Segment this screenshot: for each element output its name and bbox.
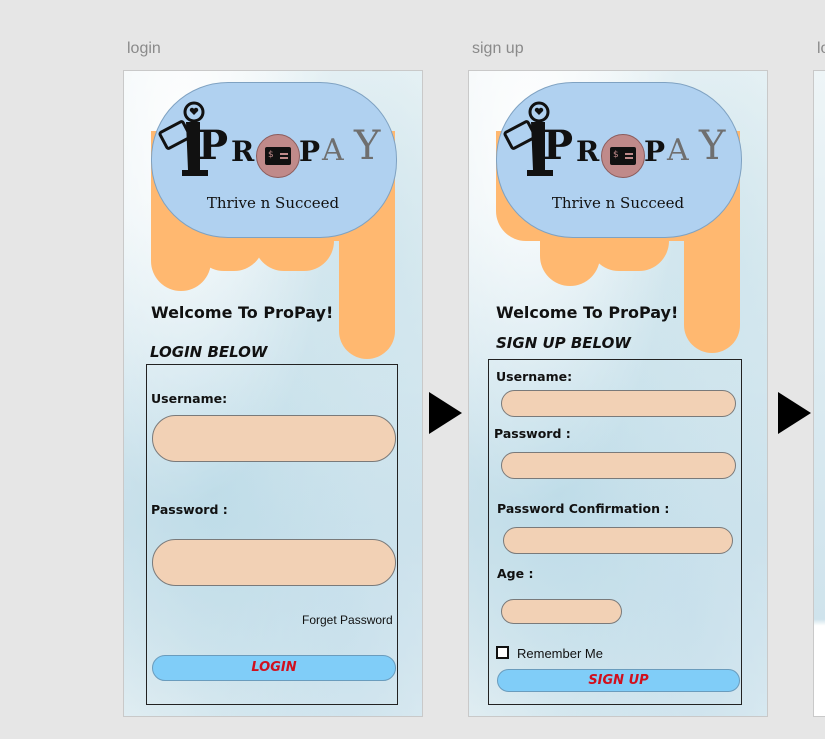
logo-letter: P bbox=[299, 135, 321, 168]
logo-bubble: P R $ P A Y bbox=[496, 82, 742, 238]
welcome-heading: Welcome To ProPay! bbox=[151, 303, 334, 322]
remember-me-label: Remember Me bbox=[517, 646, 603, 661]
play-arrow-icon[interactable] bbox=[778, 392, 811, 434]
password-label: Password : bbox=[151, 502, 228, 517]
username-input[interactable] bbox=[501, 390, 736, 417]
login-button[interactable]: LOGIN bbox=[152, 655, 396, 681]
logo-letter: P bbox=[198, 122, 229, 169]
logo-letter: A bbox=[667, 133, 689, 168]
section-title: LOGIN BELOW bbox=[150, 343, 268, 361]
password-confirmation-input[interactable] bbox=[503, 527, 733, 554]
password-label: Password : bbox=[494, 426, 571, 441]
propay-logo-icon: P R $ P A Y bbox=[501, 100, 741, 178]
remember-me-checkbox[interactable] bbox=[496, 646, 509, 659]
artboard-label-login[interactable]: login bbox=[127, 40, 161, 58]
signup-artboard: P R $ P A Y Thrive n Succeed Welcome To … bbox=[468, 70, 768, 717]
logo-letter: R bbox=[231, 135, 255, 168]
username-input[interactable] bbox=[152, 415, 396, 462]
forget-password-link[interactable]: Forget Password bbox=[302, 613, 393, 627]
artboard-label-signup[interactable]: sign up bbox=[472, 40, 524, 58]
password-confirmation-label: Password Confirmation : bbox=[497, 501, 670, 516]
tagline: Thrive n Succeed bbox=[551, 194, 685, 212]
logo-letter: Y bbox=[354, 123, 381, 169]
coin-card-icon: $ bbox=[601, 134, 645, 178]
logo-letter: Y bbox=[699, 123, 726, 169]
artboard-label-third[interactable]: lo bbox=[817, 40, 825, 58]
signup-button[interactable]: SIGN UP bbox=[497, 669, 740, 692]
play-arrow-icon[interactable] bbox=[429, 392, 462, 434]
section-title: SIGN UP BELOW bbox=[496, 334, 631, 352]
username-label: Username: bbox=[151, 391, 228, 406]
tagline: Thrive n Succeed bbox=[206, 194, 340, 212]
logo-letter: P bbox=[644, 135, 666, 168]
username-label: Username: bbox=[496, 369, 573, 384]
coin-card-icon: $ bbox=[256, 134, 300, 178]
welcome-heading: Welcome To ProPay! bbox=[496, 303, 679, 322]
logo-letter: P bbox=[543, 122, 574, 169]
logo-letter: R bbox=[576, 135, 600, 168]
login-artboard: P R $ P A Y Thrive n Succeed Welcome To … bbox=[123, 70, 423, 717]
age-input[interactable] bbox=[501, 599, 622, 624]
logo-bubble: P R $ P A Y bbox=[151, 82, 397, 238]
password-input[interactable] bbox=[152, 539, 396, 586]
third-artboard bbox=[813, 70, 825, 717]
propay-logo-icon: P R $ P A Y bbox=[156, 100, 396, 178]
password-input[interactable] bbox=[501, 452, 736, 479]
logo-letter: A bbox=[322, 133, 344, 168]
age-label: Age : bbox=[497, 566, 534, 581]
